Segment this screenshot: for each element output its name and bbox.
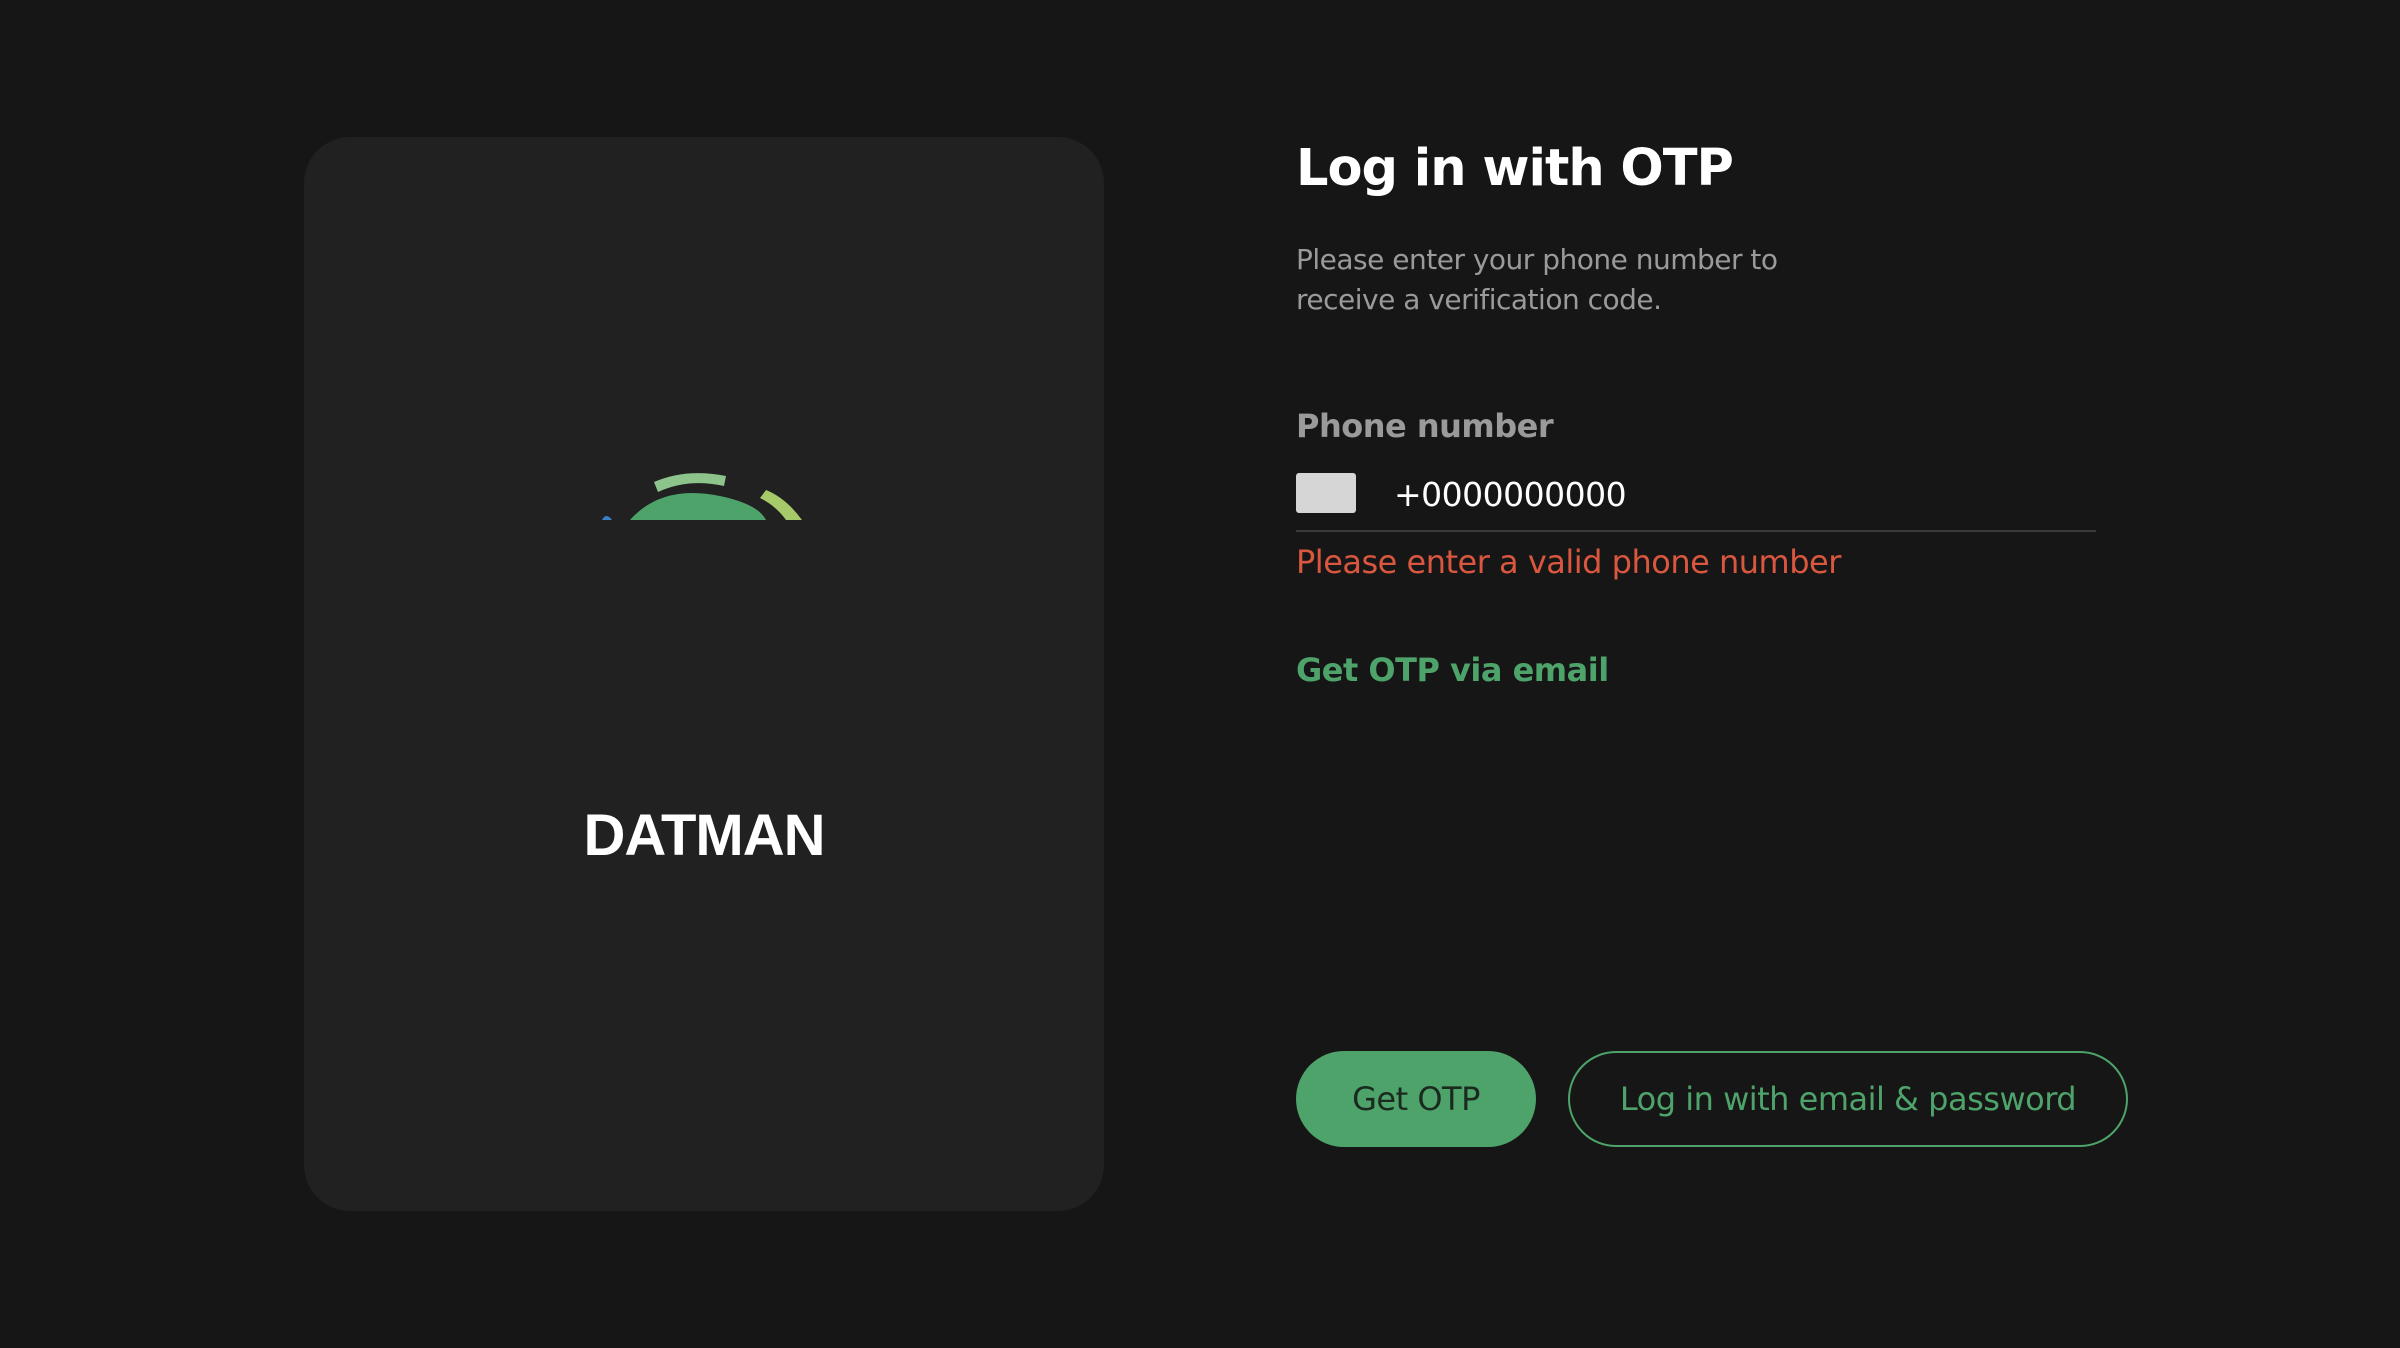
get-otp-button[interactable]: Get OTP bbox=[1296, 1051, 1536, 1147]
login-page: DATMAN Log in with OTP Please enter your… bbox=[0, 0, 2400, 1348]
phone-number-input[interactable] bbox=[1394, 466, 2094, 522]
login-email-password-button[interactable]: Log in with email & password bbox=[1568, 1051, 2128, 1147]
phone-number-label: Phone number bbox=[1296, 407, 1554, 445]
phone-error-message: Please enter a valid phone number bbox=[1296, 543, 1841, 581]
page-title: Log in with OTP bbox=[1296, 139, 1734, 198]
brand-name: DATMAN bbox=[583, 803, 826, 868]
datman-logo-icon bbox=[602, 473, 802, 520]
country-flag-icon[interactable] bbox=[1296, 473, 1356, 513]
page-subtitle: Please enter your phone number to receiv… bbox=[1296, 243, 1778, 316]
phone-number-field bbox=[1296, 466, 2096, 532]
brand-card bbox=[304, 137, 1104, 1211]
get-otp-via-email-link[interactable]: Get OTP via email bbox=[1296, 648, 1609, 692]
